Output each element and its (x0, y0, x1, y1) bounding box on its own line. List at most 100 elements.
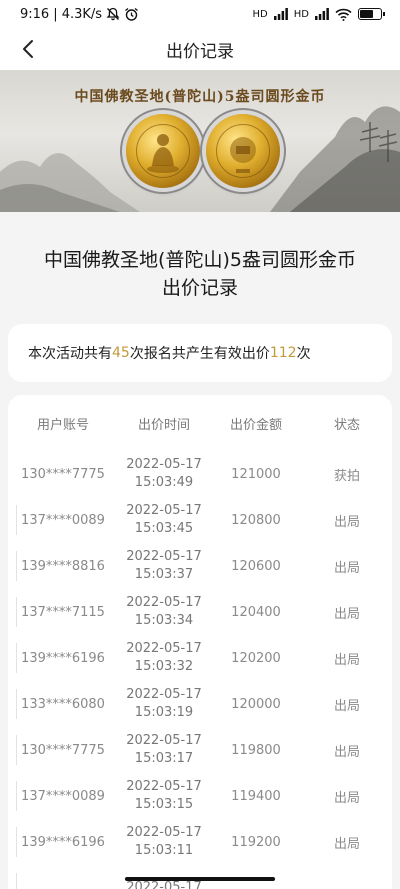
cell-account: 139****8816 (21, 558, 105, 574)
cell-date: 2022-05-17 (126, 641, 202, 656)
cell-amount: 119800 (231, 742, 281, 758)
cell-clock-time: 15:03:32 (134, 659, 194, 674)
bid-count: 112 (269, 345, 297, 361)
cell-date: 2022-05-17 (126, 549, 202, 564)
cell-time: 2022-05-17 15:03:45 (118, 502, 210, 538)
cell-clock-time: 15:03:15 (134, 797, 194, 812)
cell-amount: 119200 (231, 834, 281, 850)
alarm-clock-icon (125, 7, 138, 21)
cell-status: 出局 (333, 698, 360, 714)
cell-amount: 120200 (231, 650, 281, 666)
status-time: 9:16 (20, 6, 50, 22)
cell-time: 2022-05-17 15:03:17 (118, 732, 210, 768)
cell-account: 130****7775 (21, 466, 105, 482)
signal-hd-label-2: HD (293, 8, 309, 20)
cell-time: 2022-05-17 15:03:15 (118, 778, 210, 814)
table-body: 130****7775 2022-05-17 15:03:49 121000 获拍 137… (8, 451, 392, 889)
cell-time: 2022-05-17 15:03:19 (118, 686, 210, 722)
home-indicator[interactable] (125, 877, 275, 881)
cell-time: 2022-05-17 15:03:34 (118, 594, 210, 630)
summary-middle: 次报名共产生有效出价 (129, 346, 270, 362)
back-button[interactable] (12, 28, 44, 70)
cell-status: 出局 (333, 836, 360, 852)
cell-amount: 120600 (231, 558, 281, 574)
header-account: 用户账号 (36, 417, 89, 433)
summary-card: 本次活动共有 45 次报名共产生有效出价 112 次 (8, 324, 392, 382)
cell-date: 2022-05-17 (126, 595, 202, 610)
cell-amount: 120400 (231, 604, 281, 620)
row-divider (16, 735, 17, 765)
cell-amount: 120000 (231, 696, 281, 712)
cell-account: 133****6080 (21, 696, 105, 712)
table-row: 133****6080 2022-05-17 15:03:19 120000 出局 (8, 681, 392, 727)
cell-time: 2022-05-17 15:03:11 (118, 824, 210, 860)
signal-icon-2 (315, 8, 329, 20)
row-divider (16, 597, 17, 627)
summary-suffix: 次 (296, 346, 311, 362)
cell-clock-time: 15:03:37 (134, 567, 194, 582)
table-row: 139****8816 2022-05-17 15:03:37 120600 出局 (8, 543, 392, 589)
cell-status: 出局 (333, 606, 360, 622)
cell-clock-time: 15:03:34 (134, 613, 194, 628)
row-divider (16, 873, 17, 889)
cell-account: 137****7115 (21, 604, 105, 620)
buddha-figure-icon (147, 134, 179, 173)
cell-date: 2022-05-17 (126, 457, 202, 472)
cell-account: 137****0089 (21, 788, 105, 804)
row-divider (16, 689, 17, 719)
cell-clock-time: 15:03:19 (134, 705, 194, 720)
row-divider (16, 643, 17, 673)
table-row: 130****7775 2022-05-17 15:03:49 121000 获拍 (8, 451, 392, 497)
header-time: 出价时间 (137, 417, 190, 433)
cell-date: 2022-05-17 (126, 733, 202, 748)
cell-account: 137****0089 (21, 512, 105, 528)
table-row: 130****7775 2022-05-17 15:03:17 119800 出局 (8, 727, 392, 773)
table-row: 137****0089 2022-05-17 15:03:45 120800 出局 (8, 497, 392, 543)
table-row: 137****0089 2022-05-17 15:03:15 119400 出局 (8, 773, 392, 819)
row-divider (16, 781, 17, 811)
table-row: 137****7115 2022-05-17 15:03:34 120400 出局 (8, 589, 392, 635)
cell-status: 出局 (333, 744, 360, 760)
cell-status: 获拍 (333, 468, 360, 484)
record-headline: 中国佛教圣地(普陀山)5盎司圆形金币 出价记录 (0, 212, 400, 324)
nav-bar: 出价记录 (0, 28, 400, 70)
status-right: HD HD (252, 8, 385, 21)
table-row: 139****6196 2022-05-17 15:03:11 119200 出局 (8, 819, 392, 865)
cell-clock-time: 15:03:11 (134, 843, 194, 858)
coin-reverse-image (206, 114, 280, 188)
battery-icon (358, 8, 385, 20)
row-divider (16, 827, 17, 857)
cell-amount: 119400 (231, 788, 281, 804)
wifi-icon (335, 8, 352, 21)
table-header: 用户账号 出价时间 出价金额 状态 (8, 395, 392, 451)
bid-record-table: 用户账号 出价时间 出价金额 状态 130****7775 2022-05-17 1… (8, 395, 392, 889)
cell-status: 出局 (333, 514, 360, 530)
header-status: 状态 (333, 417, 360, 433)
cell-clock-time: 15:03:17 (134, 751, 194, 766)
back-arrow-icon (23, 40, 33, 58)
national-emblem-icon (230, 137, 256, 173)
cell-clock-time: 15:03:49 (134, 475, 194, 490)
cell-date: 2022-05-17 (126, 503, 202, 518)
row-divider (16, 505, 17, 535)
signal-icon (273, 8, 288, 20)
headline-line1: 中国佛教圣地(普陀山)5盎司圆形金币 (44, 249, 356, 271)
cell-status: 出局 (333, 652, 360, 668)
signal-hd-label-1: HD (252, 8, 268, 20)
cell-account: 130****7775 (21, 742, 105, 758)
coin-obverse-image (126, 114, 200, 188)
cell-account: 139****6196 (21, 834, 105, 850)
banner-image: 中国佛教圣地(普陀山)5盎司圆形金币 (0, 70, 400, 212)
cell-time: 2022-05-17 15:03:37 (118, 548, 210, 584)
signup-count: 45 (112, 345, 130, 361)
status-bar: 9:16 | 4.3K/s HD HD (0, 0, 400, 28)
header-amount: 出价金额 (229, 417, 282, 433)
cell-date: 2022-05-17 (126, 779, 202, 794)
table-row: 139****6196 2022-05-17 15:03:32 120200 出局 (8, 635, 392, 681)
cell-account: 139****6196 (21, 650, 105, 666)
network-speed: | 4.3K/s (53, 6, 103, 22)
cell-status: 出局 (333, 560, 360, 576)
cell-date: 2022-05-17 (126, 825, 202, 840)
mute-bell-icon (106, 7, 120, 21)
cell-date: 2022-05-17 (126, 687, 202, 702)
